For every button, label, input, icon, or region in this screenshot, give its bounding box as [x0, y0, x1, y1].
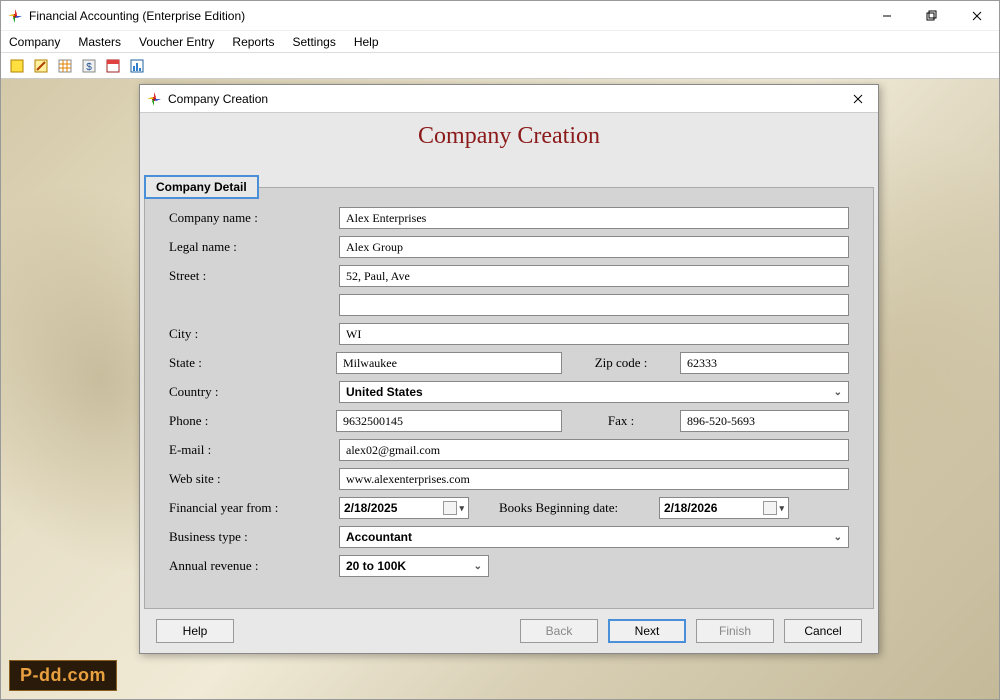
email-input[interactable]	[339, 439, 849, 461]
books-date-value: 2/18/2026	[664, 501, 717, 515]
cancel-button[interactable]: Cancel	[784, 619, 862, 643]
label-state: State :	[169, 355, 336, 371]
country-select[interactable]: United States ⌄	[339, 381, 849, 403]
label-fax: Fax :	[562, 413, 680, 429]
toolbar-ledger-icon[interactable]	[103, 56, 123, 76]
finish-button[interactable]: Finish	[696, 619, 774, 643]
tab-company-detail[interactable]: Company Detail	[144, 175, 259, 199]
label-legal-name: Legal name :	[169, 239, 339, 255]
label-annual-revenue: Annual revenue :	[169, 558, 339, 574]
chevron-down-icon: ⌄	[834, 532, 842, 543]
books-date[interactable]: 2/18/2026 ▾	[659, 497, 789, 519]
menu-company[interactable]: Company	[9, 35, 60, 49]
toolbar: $	[1, 53, 999, 79]
street2-input[interactable]	[339, 294, 849, 316]
annual-revenue-value: 20 to 100K	[346, 559, 406, 573]
fin-year-value: 2/18/2025	[344, 501, 397, 515]
app-title: Financial Accounting (Enterprise Edition…	[29, 9, 864, 23]
toolbar-report-icon[interactable]	[127, 56, 147, 76]
label-fin-year: Financial year from :	[169, 500, 339, 516]
dialog-body: Company Creation Company Detail Company …	[140, 113, 878, 653]
menu-help[interactable]: Help	[354, 35, 379, 49]
chevron-down-icon: ⌄	[474, 561, 482, 572]
label-business-type: Business type :	[169, 529, 339, 545]
close-button[interactable]	[954, 1, 999, 31]
window-controls	[864, 1, 999, 31]
dialog-button-bar: Help Back Next Finish Cancel	[144, 613, 874, 649]
menu-settings[interactable]: Settings	[292, 35, 335, 49]
label-books-date: Books Beginning date:	[499, 500, 659, 516]
toolbar-edit-icon[interactable]	[31, 56, 51, 76]
calendar-icon	[763, 501, 777, 515]
menu-masters[interactable]: Masters	[78, 35, 121, 49]
business-type-select[interactable]: Accountant ⌄	[339, 526, 849, 548]
fax-input[interactable]	[680, 410, 849, 432]
content-area: Company Creation Company Creation Compan…	[1, 79, 999, 699]
main-titlebar: Financial Accounting (Enterprise Edition…	[1, 1, 999, 31]
label-city: City :	[169, 326, 339, 342]
svg-text:$: $	[86, 62, 92, 73]
dialog-icon	[146, 91, 162, 107]
label-email: E-mail :	[169, 442, 339, 458]
next-button[interactable]: Next	[608, 619, 686, 643]
calendar-icon	[443, 501, 457, 515]
company-name-input[interactable]	[339, 207, 849, 229]
street1-input[interactable]	[339, 265, 849, 287]
zip-input[interactable]	[680, 352, 849, 374]
fin-year-date[interactable]: 2/18/2025 ▾	[339, 497, 469, 519]
watermark: P-dd.com	[9, 660, 117, 691]
label-website: Web site :	[169, 471, 339, 487]
label-company-name: Company name :	[169, 210, 339, 226]
toolbar-currency-icon[interactable]: $	[79, 56, 99, 76]
menu-voucher-entry[interactable]: Voucher Entry	[139, 35, 214, 49]
company-creation-dialog: Company Creation Company Creation Compan…	[139, 84, 879, 654]
minimize-button[interactable]	[864, 1, 909, 31]
menubar: Company Masters Voucher Entry Reports Se…	[1, 31, 999, 53]
main-window: Financial Accounting (Enterprise Edition…	[0, 0, 1000, 700]
dialog-titlebar: Company Creation	[140, 85, 878, 113]
label-phone: Phone :	[169, 413, 336, 429]
maximize-button[interactable]	[909, 1, 954, 31]
legal-name-input[interactable]	[339, 236, 849, 258]
chevron-down-icon: ⌄	[834, 387, 842, 398]
phone-input[interactable]	[336, 410, 562, 432]
form-panel: Company name : Legal name : Street :	[144, 187, 874, 609]
menu-reports[interactable]: Reports	[232, 35, 274, 49]
city-input[interactable]	[339, 323, 849, 345]
toolbar-new-icon[interactable]	[7, 56, 27, 76]
label-street: Street :	[169, 268, 339, 284]
dialog-title: Company Creation	[168, 92, 844, 106]
website-input[interactable]	[339, 468, 849, 490]
chevron-down-icon: ▾	[459, 503, 464, 514]
label-zip: Zip code :	[562, 355, 680, 371]
country-value: United States	[346, 385, 423, 399]
label-country: Country :	[169, 384, 339, 400]
back-button[interactable]: Back	[520, 619, 598, 643]
annual-revenue-select[interactable]: 20 to 100K ⌄	[339, 555, 489, 577]
dialog-close-icon[interactable]	[844, 88, 872, 110]
business-type-value: Accountant	[346, 530, 412, 544]
app-icon	[7, 8, 23, 24]
state-input[interactable]	[336, 352, 562, 374]
help-button[interactable]: Help	[156, 619, 234, 643]
dialog-heading: Company Creation	[140, 113, 878, 162]
toolbar-grid-icon[interactable]	[55, 56, 75, 76]
chevron-down-icon: ▾	[779, 503, 784, 514]
